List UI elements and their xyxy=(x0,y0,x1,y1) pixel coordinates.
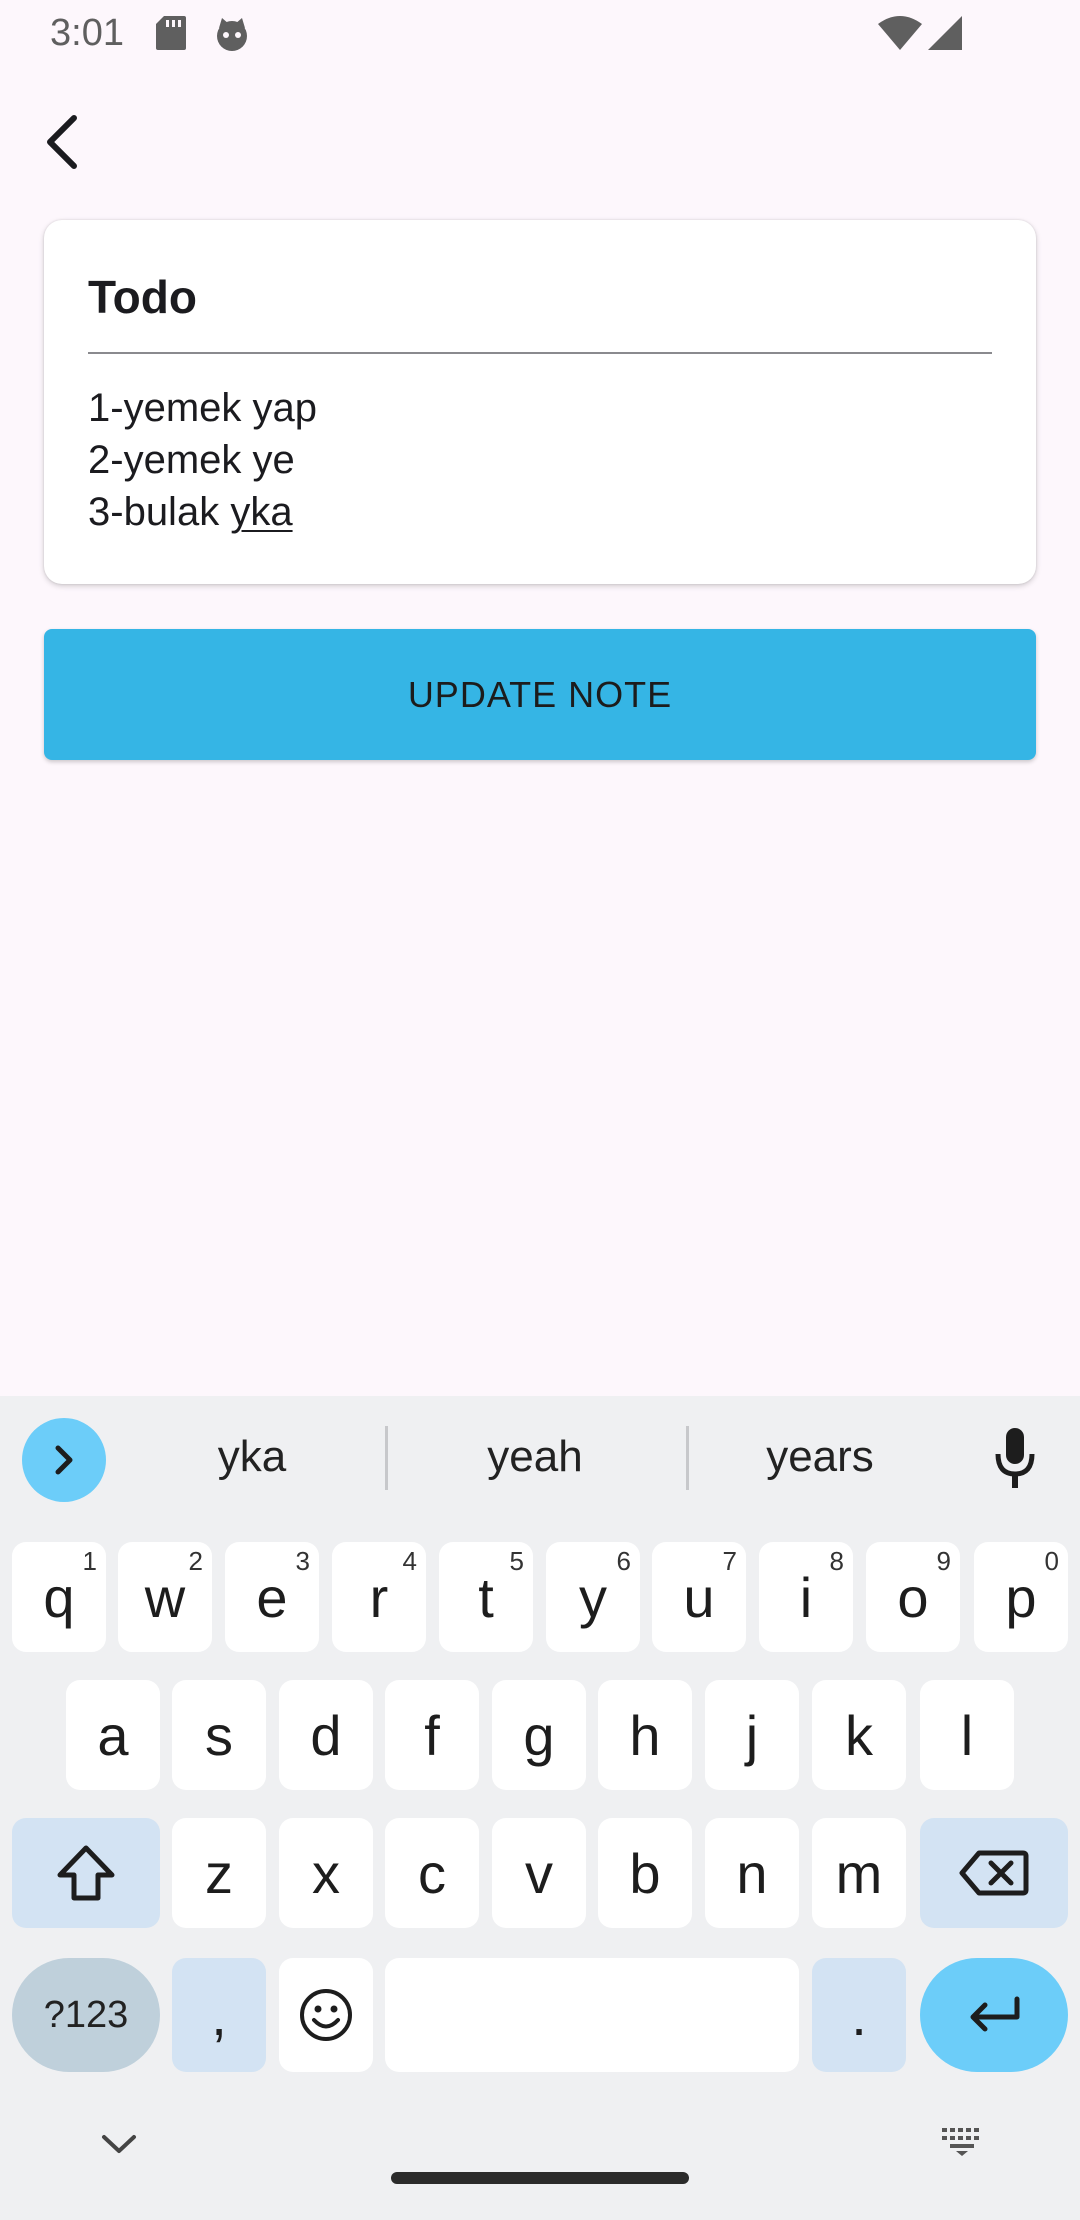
chevron-right-icon xyxy=(55,1445,73,1475)
suggestion-divider xyxy=(385,1426,388,1490)
key-o[interactable]: o9 xyxy=(866,1542,960,1652)
status-time: 3:01 xyxy=(50,12,124,54)
enter-key[interactable] xyxy=(920,1958,1068,2072)
key-j[interactable]: j xyxy=(705,1680,799,1790)
update-note-button[interactable]: UPDATE NOTE xyxy=(44,629,1036,760)
backspace-icon xyxy=(959,1850,1029,1896)
key-t[interactable]: t5 xyxy=(439,1542,533,1652)
notification-app-icon xyxy=(217,18,247,51)
shift-key[interactable] xyxy=(12,1818,160,1928)
suggestion-bar: yka yeah years xyxy=(0,1396,1080,1524)
keyboard-switch-icon[interactable] xyxy=(940,2126,984,2156)
key-z[interactable]: z xyxy=(172,1818,266,1928)
microphone-icon[interactable] xyxy=(990,1424,1040,1494)
soft-keyboard: yka yeah years q1 w2 e3 r4 t5 y6 u7 i8 o… xyxy=(0,1396,1080,2220)
key-x[interactable]: x xyxy=(279,1818,373,1928)
comma-key[interactable]: , xyxy=(172,1958,266,2072)
note-title-field[interactable]: Todo xyxy=(88,270,992,354)
emoji-key[interactable] xyxy=(279,1958,373,2072)
shift-icon xyxy=(57,1845,115,1901)
expand-toolbar-button[interactable] xyxy=(22,1418,106,1502)
note-body-line: 3-bulak yka xyxy=(88,486,992,538)
key-c[interactable]: c xyxy=(385,1818,479,1928)
key-d[interactable]: d xyxy=(279,1680,373,1790)
key-v[interactable]: v xyxy=(492,1818,586,1928)
key-w[interactable]: w2 xyxy=(118,1542,212,1652)
suggestion-divider xyxy=(686,1426,689,1490)
note-body-line-text: 3-bulak xyxy=(88,490,231,534)
status-bar: 3:01 xyxy=(0,0,1080,70)
key-m[interactable]: m xyxy=(812,1818,906,1928)
symbols-key[interactable]: ?123 xyxy=(12,1958,160,2072)
period-key[interactable]: . xyxy=(812,1958,906,2072)
key-k[interactable]: k xyxy=(812,1680,906,1790)
key-b[interactable]: b xyxy=(598,1818,692,1928)
key-r[interactable]: r4 xyxy=(332,1542,426,1652)
emoji-icon xyxy=(300,1989,352,2041)
note-body-field[interactable]: 1-yemek yap 2-yemek ye 3-bulak yka xyxy=(88,382,992,538)
key-p[interactable]: p0 xyxy=(974,1542,1068,1652)
key-i[interactable]: i8 xyxy=(759,1542,853,1652)
key-q[interactable]: q1 xyxy=(12,1542,106,1652)
arrow-back-icon xyxy=(47,115,77,169)
key-u[interactable]: u7 xyxy=(652,1542,746,1652)
sd-card-icon xyxy=(156,16,186,50)
suggestion-2[interactable]: yeah xyxy=(435,1432,635,1482)
suggestion-1[interactable]: yka xyxy=(152,1432,352,1482)
note-body-line: 2-yemek ye xyxy=(88,438,295,482)
suggestion-3[interactable]: years xyxy=(720,1432,920,1482)
backspace-key[interactable] xyxy=(920,1818,1068,1928)
key-s[interactable]: s xyxy=(172,1680,266,1790)
enter-arrow-icon xyxy=(970,1996,1020,2032)
key-h[interactable]: h xyxy=(598,1680,692,1790)
note-card: Todo 1-yemek yap 2-yemek ye 3-bulak yka xyxy=(44,220,1036,584)
key-e[interactable]: e3 xyxy=(225,1542,319,1652)
composing-word: yka xyxy=(230,490,293,534)
key-l[interactable]: l xyxy=(920,1680,1014,1790)
wifi-icon xyxy=(878,16,922,50)
key-g[interactable]: g xyxy=(492,1680,586,1790)
home-indicator[interactable] xyxy=(391,2172,689,2184)
note-body-line: 1-yemek yap xyxy=(88,386,317,430)
key-y[interactable]: y6 xyxy=(546,1542,640,1652)
chevron-down-icon[interactable] xyxy=(100,2132,138,2156)
space-bar[interactable] xyxy=(385,1958,799,2072)
key-f[interactable]: f xyxy=(385,1680,479,1790)
back-button[interactable] xyxy=(30,104,94,180)
key-n[interactable]: n xyxy=(705,1818,799,1928)
signal-icon xyxy=(928,16,962,50)
key-a[interactable]: a xyxy=(66,1680,160,1790)
